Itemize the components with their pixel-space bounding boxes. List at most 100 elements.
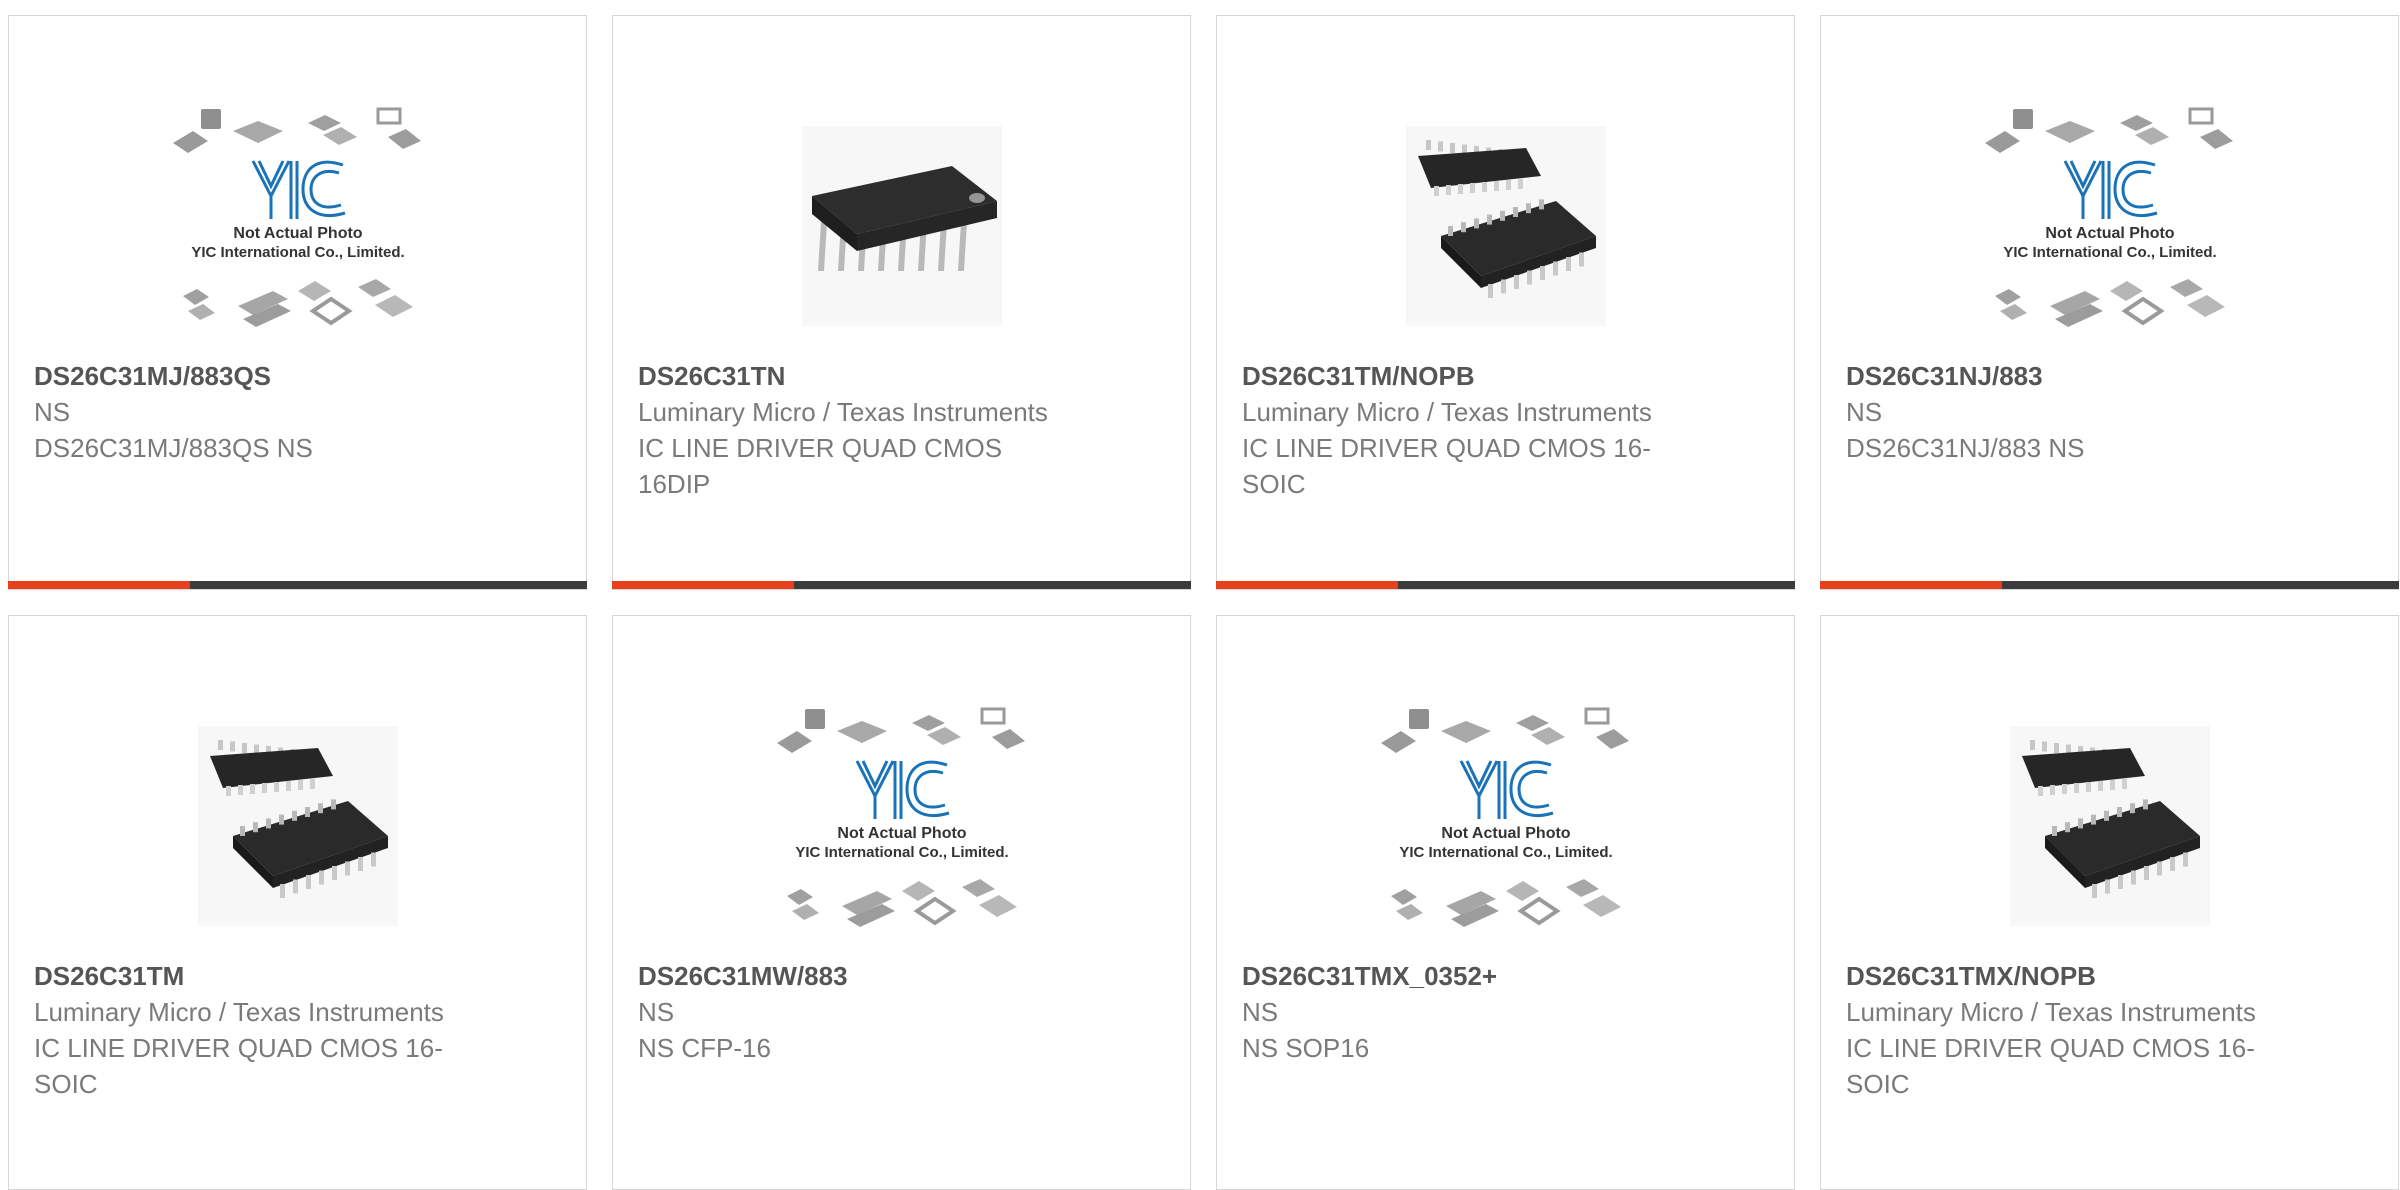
product-title-link[interactable]: DS26C31TM/NOPB [1242, 358, 1774, 394]
chip-pin [261, 783, 267, 793]
soic-chip-image [1405, 126, 1606, 326]
package-icon [2186, 295, 2225, 317]
product-manufacturer: NS [34, 397, 71, 427]
chip-pin [285, 781, 291, 791]
product-title-link[interactable]: DS26C31TMX/NOPB [1846, 958, 2378, 994]
chip-pin [297, 780, 303, 790]
product-grid: Not Actual Photo YIC International Co., L… [8, 15, 2400, 1190]
chip-pin [2053, 743, 2059, 753]
chip-pin [317, 803, 323, 814]
product-info: DS26C31NJ/883 NS DS26C31NJ/883 NS [1846, 358, 2378, 466]
product-title-link[interactable]: DS26C31TMX_0352+ [1242, 958, 1774, 994]
chip-pin [265, 818, 271, 829]
package-icon [791, 904, 819, 920]
product-image[interactable]: Not Actual Photo YIC International Co., L… [9, 91, 586, 361]
chip-pin [1449, 143, 1455, 153]
card-accent-bar [1216, 581, 1398, 589]
chip-pin [1447, 226, 1453, 236]
package-icon [1530, 727, 1565, 745]
package-icon [2119, 115, 2153, 131]
chip-pin [2182, 852, 2188, 867]
product-description: IC LINE DRIVER QUAD CMOS 16-SOIC [1242, 433, 1651, 499]
chip-pin [2143, 866, 2149, 880]
package-icon [926, 727, 961, 745]
company-name-text: YIC International Co., Limited. [1399, 844, 1612, 861]
product-manufacturer: Luminary Micro / Texas Instruments [34, 997, 444, 1027]
package-thumbnails-bottom [1994, 279, 2225, 327]
package-icon [1999, 304, 2027, 320]
chip-pin [2103, 810, 2109, 821]
package-icon [1516, 896, 1561, 926]
product-description: NS SOP16 [1242, 1033, 1370, 1063]
chip-pin [2142, 799, 2148, 810]
package-icon [776, 731, 812, 753]
package-icon [357, 279, 391, 297]
chip-pin [278, 814, 284, 825]
chip-pin [239, 826, 245, 836]
product-description: IC LINE DRIVER QUAD CMOS 16-SOIC [34, 1033, 443, 1099]
product-title-link[interactable]: DS26C31MW/883 [638, 958, 1170, 994]
company-name-text: YIC International Co., Limited. [2003, 244, 2216, 261]
chip-pin [2061, 784, 2067, 794]
package-icon [172, 131, 208, 153]
chip-pin [1517, 179, 1523, 189]
product-image[interactable]: Not Actual Photo YIC International Co., L… [1217, 691, 1794, 961]
chip-pin [305, 875, 311, 889]
chip-pin [291, 810, 297, 821]
package-thumbnails-bottom [1390, 879, 1621, 927]
chip-pin [1505, 180, 1511, 190]
package-icon [376, 107, 401, 125]
product-manufacturer: NS [638, 997, 675, 1027]
product-card[interactable]: DS26C31TM/NOPB Luminary Micro / Texas In… [1216, 15, 1795, 590]
product-card[interactable]: Not Actual Photo YIC International Co., L… [612, 615, 1191, 1190]
chip-pin [1473, 218, 1479, 229]
product-card[interactable]: DS26C31TN Luminary Micro / Texas Instrum… [612, 15, 1191, 590]
company-name-text: YIC International Co., Limited. [191, 244, 404, 261]
package-icon [308, 296, 353, 326]
package-icon [901, 881, 935, 901]
chip-pin [1486, 214, 1492, 225]
product-title-link[interactable]: DS26C31MJ/883QS [34, 358, 566, 394]
package-thumbnails-top [172, 107, 421, 153]
chip-pin [1513, 275, 1519, 289]
chip-pin [2109, 780, 2115, 790]
package-icon [187, 304, 215, 320]
package-icon [991, 729, 1025, 749]
product-title-link[interactable]: DS26C31NJ/883 [1846, 358, 2378, 394]
product-image[interactable] [1821, 691, 2398, 961]
product-title-link[interactable]: DS26C31TM [34, 958, 566, 994]
package-icon [1584, 707, 1609, 725]
chip-pin [1526, 270, 1532, 285]
not-actual-photo-text: Not Actual Photo [1441, 825, 1570, 842]
product-image[interactable] [1217, 91, 1794, 361]
product-card[interactable]: Not Actual Photo YIC International Co., L… [1216, 615, 1795, 1190]
chip-pin [1469, 183, 1475, 193]
package-icon [980, 707, 1005, 725]
product-info: DS26C31MJ/883QS NS DS26C31MJ/883QS NS [34, 358, 566, 466]
product-title-link[interactable]: DS26C31TN [638, 358, 1170, 394]
chip-pin [273, 782, 279, 792]
not-actual-photo-text: Not Actual Photo [837, 825, 966, 842]
logo-stroke [2120, 170, 2153, 209]
product-card[interactable]: Not Actual Photo YIC International Co., L… [1820, 15, 2399, 590]
product-card[interactable]: DS26C31TMX/NOPB Luminary Micro / Texas I… [1820, 615, 2399, 1190]
product-card[interactable]: Not Actual Photo YIC International Co., L… [8, 15, 587, 590]
not-actual-photo-text: Not Actual Photo [2045, 225, 2174, 242]
chip-pin [304, 807, 310, 817]
package-icon [804, 709, 825, 729]
product-image[interactable]: Not Actual Photo YIC International Co., L… [1821, 91, 2398, 361]
product-card[interactable]: DS26C31TM Luminary Micro / Texas Instrum… [8, 615, 587, 1190]
chip-pin [1525, 203, 1531, 214]
package-icon [322, 127, 357, 145]
product-image[interactable] [613, 91, 1190, 361]
package-thumbnails-bottom [786, 879, 1017, 927]
yic-logo [1459, 760, 1553, 819]
product-image[interactable] [9, 691, 586, 961]
package-icon [786, 889, 813, 905]
chip-pin [318, 870, 324, 885]
chip-pin [1433, 186, 1439, 196]
card-bottom-bar [1820, 581, 2399, 589]
product-image[interactable]: Not Actual Photo YIC International Co., L… [613, 691, 1190, 961]
card-accent-bar [612, 581, 794, 589]
chip-pin [2121, 779, 2127, 789]
